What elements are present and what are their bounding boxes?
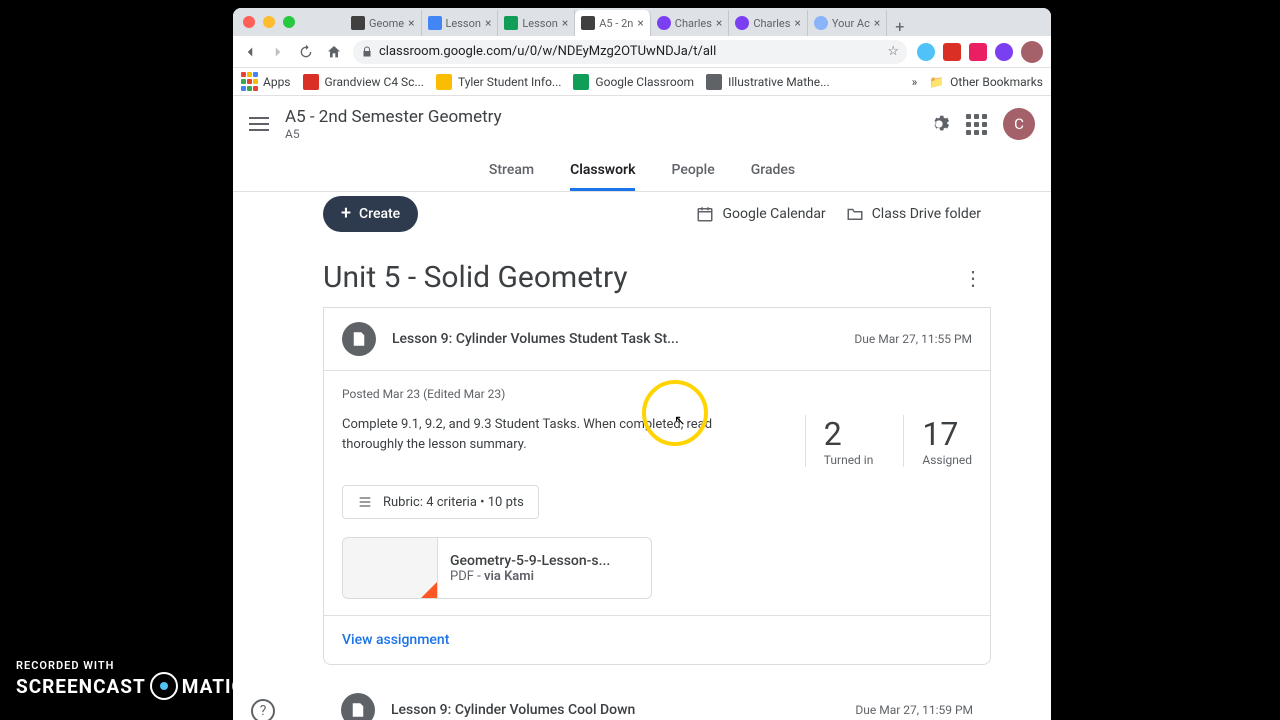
window-controls	[243, 16, 295, 28]
extension-icon[interactable]	[969, 43, 987, 61]
lock-icon	[361, 46, 373, 58]
extension-icon[interactable]	[943, 43, 961, 61]
drive-folder-link[interactable]: Class Drive folder	[846, 205, 981, 223]
assignment-card-expanded: Lesson 9: Cylinder Volumes Student Task …	[323, 307, 991, 665]
other-bookmarks[interactable]: 📁Other Bookmarks	[929, 75, 1043, 89]
home-button[interactable]	[325, 43, 343, 61]
help-button[interactable]: ?	[251, 699, 275, 720]
close-window[interactable]	[243, 16, 255, 28]
more-icon[interactable]: ⋮	[955, 266, 991, 290]
close-icon[interactable]: ×	[562, 16, 568, 30]
stat-turned-in[interactable]: 2 Turned in	[805, 415, 874, 467]
attachment-type: PDF - via Kami	[450, 569, 610, 584]
bookmark-bar: Apps Grandview C4 Sc... Tyler Student In…	[233, 68, 1051, 96]
google-calendar-link[interactable]: Google Calendar	[696, 205, 825, 223]
assignment-stats: 2 Turned in 17 Assigned	[805, 415, 972, 467]
screencast-watermark: RECORDED WITH SCREENCAST MATIC	[16, 659, 245, 700]
close-icon[interactable]: ×	[874, 16, 880, 30]
assignment-body: Posted Mar 23 (Edited Mar 23) Complete 9…	[324, 371, 990, 615]
class-title[interactable]: A5 - 2nd Semester Geometry A5	[285, 107, 912, 141]
class-header: A5 - 2nd Semester Geometry A5 C	[233, 96, 1051, 152]
browser-tab[interactable]: Lesson×	[498, 10, 575, 36]
class-nav-tabs: Stream Classwork People Grades	[233, 152, 1051, 192]
watermark-logo	[150, 672, 178, 700]
browser-tab[interactable]: Your Ac×	[808, 10, 887, 36]
folder-icon	[846, 205, 864, 223]
url-input[interactable]: classroom.google.com/u/0/w/NDEyMzg2OTUwN…	[353, 40, 907, 64]
stat-assigned[interactable]: 17 Assigned	[903, 415, 972, 467]
extension-icon[interactable]	[917, 43, 935, 61]
assignment-description: Complete 9.1, 9.2, and 9.3 Student Tasks…	[342, 415, 775, 467]
tab-grades[interactable]: Grades	[751, 152, 795, 191]
assignment-icon	[342, 322, 376, 356]
browser-tab[interactable]: Charles×	[729, 10, 808, 36]
browser-window: Geome× Lesson× Lesson× A5 - 2n× Charles×…	[233, 8, 1051, 720]
url-text: classroom.google.com/u/0/w/NDEyMzg2OTUwN…	[379, 44, 716, 59]
rubric-icon	[357, 494, 373, 510]
new-tab-button[interactable]: +	[887, 17, 912, 36]
classwork-content: ↖ Unit 5 - Solid Geometry ⋮ Lesson 9: Cy…	[233, 236, 1051, 720]
due-date: Due Mar 27, 11:55 PM	[854, 332, 972, 346]
browser-tab[interactable]: Geome×	[345, 10, 422, 36]
close-icon[interactable]: ×	[408, 16, 414, 30]
maximize-window[interactable]	[283, 16, 295, 28]
classwork-toolbar: + Create Google Calendar Class Drive fol…	[233, 192, 1051, 236]
menu-icon[interactable]	[249, 117, 269, 131]
bookmark-item[interactable]: Google Classroom	[573, 74, 694, 90]
minimize-window[interactable]	[263, 16, 275, 28]
profile-avatar[interactable]	[1021, 41, 1043, 63]
posted-date: Posted Mar 23 (Edited Mar 23)	[342, 387, 972, 401]
rubric-chip[interactable]: Rubric: 4 criteria • 10 pts	[342, 485, 539, 519]
bookmark-item[interactable]: Grandview C4 Sc...	[303, 74, 424, 90]
close-icon[interactable]: ×	[794, 16, 800, 30]
extension-icon[interactable]	[995, 43, 1013, 61]
tab-stream[interactable]: Stream	[489, 152, 534, 191]
unit-title: Unit 5 - Solid Geometry	[323, 260, 955, 295]
apps-icon[interactable]	[966, 114, 987, 135]
view-assignment-link[interactable]: View assignment	[324, 615, 990, 664]
close-icon[interactable]: ×	[637, 16, 643, 30]
assignment-icon	[341, 693, 375, 720]
bookmark-overflow[interactable]: »	[912, 75, 918, 89]
reload-button[interactable]	[297, 43, 315, 61]
apps-bookmark[interactable]: Apps	[241, 72, 291, 91]
browser-tab-active[interactable]: A5 - 2n×	[575, 10, 651, 36]
tab-people[interactable]: People	[671, 152, 714, 191]
close-icon[interactable]: ×	[485, 16, 491, 30]
attachment-name: Geometry-5-9-Lesson-s...	[450, 553, 610, 569]
bookmark-item[interactable]: Illustrative Mathe...	[706, 74, 830, 90]
browser-tab[interactable]: Lesson×	[422, 10, 499, 36]
tab-classwork[interactable]: Classwork	[570, 152, 635, 191]
attachment-card[interactable]: Geometry-5-9-Lesson-s... PDF - via Kami	[342, 537, 652, 599]
extension-icons	[917, 41, 1043, 63]
forward-button[interactable]	[269, 43, 287, 61]
assignment-header[interactable]: Lesson 9: Cylinder Volumes Student Task …	[324, 308, 990, 371]
bookmark-item[interactable]: Tyler Student Info...	[436, 74, 561, 90]
close-icon[interactable]: ×	[716, 16, 722, 30]
star-icon[interactable]: ☆	[887, 44, 899, 59]
attachment-thumbnail	[343, 538, 438, 598]
browser-tab[interactable]: Charles×	[651, 10, 730, 36]
unit-header[interactable]: Unit 5 - Solid Geometry ⋮	[323, 236, 991, 308]
calendar-icon	[696, 205, 714, 223]
user-avatar[interactable]: C	[1003, 108, 1035, 140]
address-bar: classroom.google.com/u/0/w/NDEyMzg2OTUwN…	[233, 36, 1051, 68]
gear-icon[interactable]	[928, 113, 950, 135]
due-date: Due Mar 27, 11:59 PM	[855, 703, 973, 717]
browser-tabs: Geome× Lesson× Lesson× A5 - 2n× Charles×…	[345, 8, 912, 36]
assignment-title: Lesson 9: Cylinder Volumes Cool Down	[391, 702, 839, 718]
tab-bar: Geome× Lesson× Lesson× A5 - 2n× Charles×…	[233, 8, 1051, 36]
plus-icon: +	[341, 205, 351, 223]
back-button[interactable]	[241, 43, 259, 61]
create-button[interactable]: + Create	[323, 196, 418, 232]
folder-icon: 📁	[929, 75, 944, 89]
assignment-title: Lesson 9: Cylinder Volumes Student Task …	[392, 331, 838, 347]
assignment-row[interactable]: Lesson 9: Cylinder Volumes Cool Down Due…	[323, 679, 991, 720]
